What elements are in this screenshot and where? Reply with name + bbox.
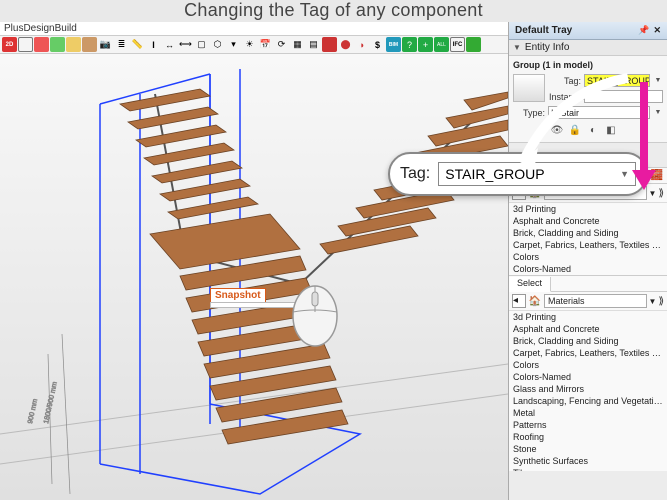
refresh-icon[interactable]: ⟳ — [274, 37, 289, 52]
list-item[interactable]: Asphalt and Concrete — [509, 323, 667, 335]
list-item[interactable]: Stone — [509, 443, 667, 455]
materials-panel-2: Select ◂ 🏠 Materials ▼ ⟫ 3d PrintingAsph… — [509, 275, 667, 471]
tool-b-icon[interactable]: ⬤ — [338, 37, 353, 52]
app-titlebar: PlusDesignBuild — [0, 22, 508, 36]
materials-list-2: 3d PrintingAsphalt and ConcreteBrick, Cl… — [509, 311, 667, 471]
materials-dropdown[interactable]: Materials — [544, 294, 647, 308]
tray-title[interactable]: Default Tray 📌 ✕ — [509, 22, 667, 40]
square-icon[interactable] — [18, 37, 33, 52]
model-viewport[interactable]: 900 mm 1800/900 mm Snapshot — [0, 54, 508, 500]
hex-icon[interactable]: ⬡ — [210, 37, 225, 52]
box-icon[interactable]: ▢ — [194, 37, 209, 52]
move-icon[interactable]: ↔ — [162, 37, 177, 52]
snapshot-label: Snapshot — [210, 288, 266, 303]
list-item[interactable]: Asphalt and Concrete — [509, 215, 667, 227]
list-item[interactable]: Patterns — [509, 419, 667, 431]
tool-a-icon[interactable] — [322, 37, 337, 52]
list-item[interactable]: Roofing — [509, 431, 667, 443]
list-item[interactable]: Synthetic Surfaces — [509, 455, 667, 467]
tab-select[interactable]: Select — [509, 277, 551, 292]
list-item[interactable]: Brick, Cladding and Siding — [509, 227, 667, 239]
list-item[interactable]: Carpet, Fabrics, Leathers, Textiles and … — [509, 347, 667, 359]
magenta-arrow — [628, 82, 660, 192]
sun-icon[interactable]: ☀ — [242, 37, 257, 52]
help-icon[interactable]: ? — [402, 37, 417, 52]
tape-icon[interactable]: 📏 — [130, 37, 145, 52]
tray-title-text: Default Tray — [515, 25, 572, 36]
layers-icon[interactable]: ≣ — [114, 37, 129, 52]
dropdown-icon[interactable]: ▾ — [226, 37, 241, 52]
add-icon[interactable]: + — [418, 37, 433, 52]
materials-list-1: 3d PrintingAsphalt and ConcreteBrick, Cl… — [509, 203, 667, 275]
grid2-icon[interactable]: ▤ — [306, 37, 321, 52]
entity-group-label: Group (1 in model) — [513, 60, 663, 70]
2d-icon[interactable]: 2D — [2, 37, 17, 52]
list-item[interactable]: Landscaping, Fencing and Vegetation — [509, 395, 667, 407]
details-icon[interactable]: ⟫ — [658, 296, 664, 307]
list-item[interactable]: Colors — [509, 251, 667, 263]
entity-info-title: Entity Info — [525, 42, 569, 53]
grid-icon[interactable]: ▦ — [290, 37, 305, 52]
close-icon[interactable]: ✕ — [653, 25, 661, 36]
camera-icon[interactable]: 📷 — [98, 37, 113, 52]
text-icon[interactable]: I — [146, 37, 161, 52]
entity-info-header[interactable]: ▼ Entity Info — [509, 40, 667, 56]
green-icon[interactable] — [466, 37, 481, 52]
list-item[interactable]: Metal — [509, 407, 667, 419]
tool-c-icon[interactable]: ◑ — [354, 37, 369, 52]
list-item[interactable]: Colors — [509, 359, 667, 371]
list-item[interactable]: Tile — [509, 467, 667, 471]
list-item[interactable]: Glass and Mirrors — [509, 383, 667, 395]
pin-icon[interactable]: 📌 — [638, 25, 649, 36]
ifc-icon[interactable]: IFC — [450, 37, 465, 52]
back-icon[interactable]: ◂ — [512, 294, 526, 308]
list-item[interactable]: Brick, Cladding and Siding — [509, 335, 667, 347]
home-icon[interactable]: 🏠 — [528, 294, 542, 308]
callout-label: Tag: — [400, 165, 430, 183]
cube-blue-icon[interactable] — [66, 37, 81, 52]
dimension-icon[interactable]: ⟷ — [178, 37, 193, 52]
cube-green-icon[interactable] — [50, 37, 65, 52]
cube-tan-icon[interactable] — [82, 37, 97, 52]
cube-red-icon[interactable] — [34, 37, 49, 52]
list-item[interactable]: 3d Printing — [509, 203, 667, 215]
mouse-icon — [290, 278, 340, 348]
collapse-icon: ▼ — [513, 43, 521, 52]
all-icon[interactable]: ALL — [434, 37, 449, 52]
dollar-icon[interactable]: $ — [370, 37, 385, 52]
list-item[interactable]: Carpet, Fabrics, Leathers, Textiles and … — [509, 239, 667, 251]
list-item[interactable]: 3d Printing — [509, 311, 667, 323]
page-caption: Changing the Tag of any component — [0, 0, 667, 22]
chevron-down-icon[interactable]: ▼ — [649, 297, 657, 306]
list-item[interactable]: Colors-Named — [509, 371, 667, 383]
main-toolbar: 2D 📷 ≣ 📏 I ↔ ⟷ ▢ ⬡ ▾ ☀ 📅 ⟳ ▦ ▤ ⬤ ◑ $ BIM… — [0, 36, 508, 54]
bim-icon[interactable]: BIM — [386, 37, 401, 52]
svg-text:1800/900 mm: 1800/900 mm — [43, 381, 59, 424]
calendar-icon[interactable]: 📅 — [258, 37, 273, 52]
list-item[interactable]: Colors-Named — [509, 263, 667, 275]
svg-text:900 mm: 900 mm — [27, 398, 39, 424]
